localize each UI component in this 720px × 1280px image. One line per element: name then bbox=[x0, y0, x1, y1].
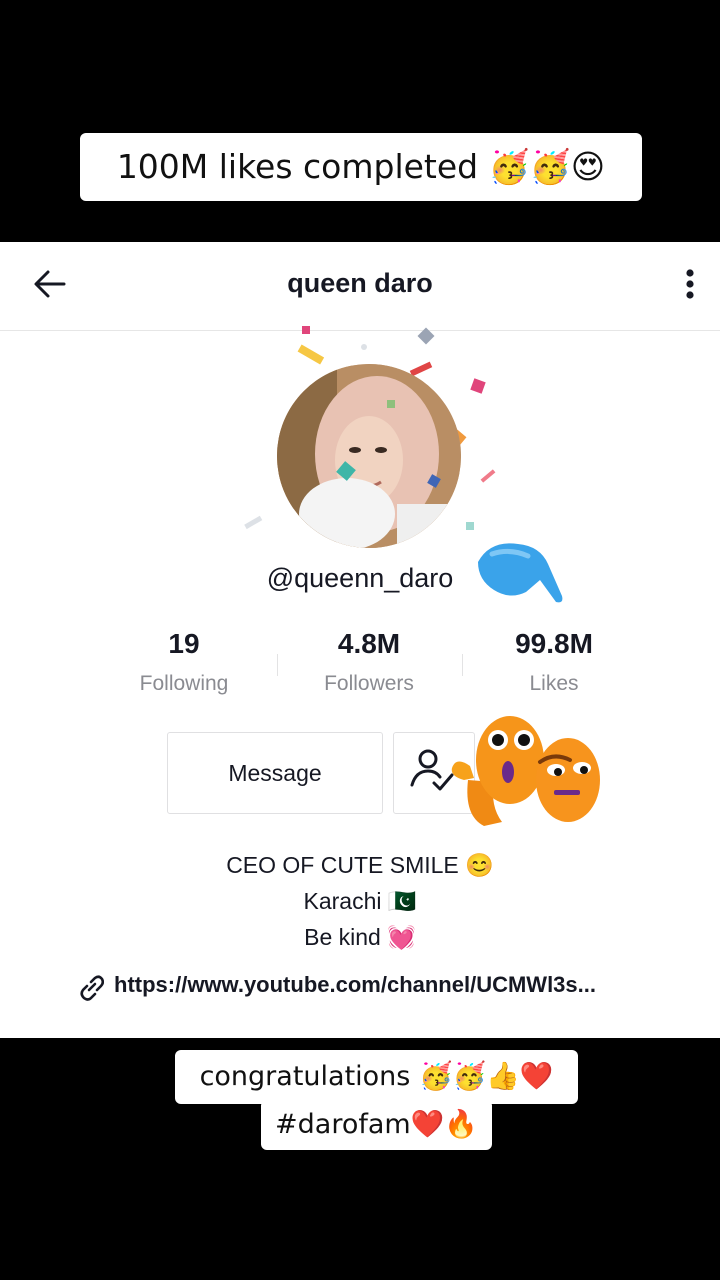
page-title: queen daro bbox=[287, 268, 433, 298]
stat-label: Followers bbox=[324, 672, 414, 695]
profile-header: queen daro bbox=[0, 242, 720, 331]
stat-divider bbox=[277, 654, 278, 676]
stat-divider bbox=[462, 654, 463, 676]
stat-likes[interactable]: 99.8M Likes bbox=[464, 628, 644, 696]
stat-value: 19 bbox=[168, 628, 200, 659]
stat-following[interactable]: 19 Following bbox=[94, 628, 274, 696]
link-icon bbox=[80, 975, 104, 1001]
stat-value: 99.8M bbox=[515, 628, 593, 659]
more-vertical-icon[interactable] bbox=[672, 264, 708, 308]
message-button[interactable]: Message bbox=[167, 732, 383, 814]
emoji-sticker-icon bbox=[451, 716, 600, 826]
bottom-caption-line2: #darofam❤️🔥 bbox=[261, 1100, 492, 1150]
top-caption: 100M likes completed 🥳🥳😍 bbox=[80, 133, 642, 201]
stat-value: 4.8M bbox=[337, 628, 401, 659]
link-text[interactable]: https://www.youtube.com/channel/UCMWl3s.… bbox=[114, 972, 596, 998]
stat-label: Likes bbox=[529, 672, 579, 695]
bio-line: CEO OF CUTE SMILE 😊 bbox=[226, 852, 494, 878]
profile-panel: queen daro @queenn_daro 19 Following 4.8… bbox=[0, 242, 720, 1038]
pointing-hand-icon bbox=[478, 543, 563, 603]
bottom-caption-line1: congratulations 🥳🥳👍❤️ bbox=[175, 1050, 578, 1104]
bio-line: Be kind 💓 bbox=[304, 924, 416, 950]
avatar[interactable] bbox=[277, 364, 461, 548]
stat-followers[interactable]: 4.8M Followers bbox=[279, 628, 459, 696]
bio-line: Karachi 🇵🇰 bbox=[303, 888, 417, 914]
stat-label: Following bbox=[139, 672, 229, 695]
profile-username: @queenn_daro bbox=[266, 563, 454, 593]
